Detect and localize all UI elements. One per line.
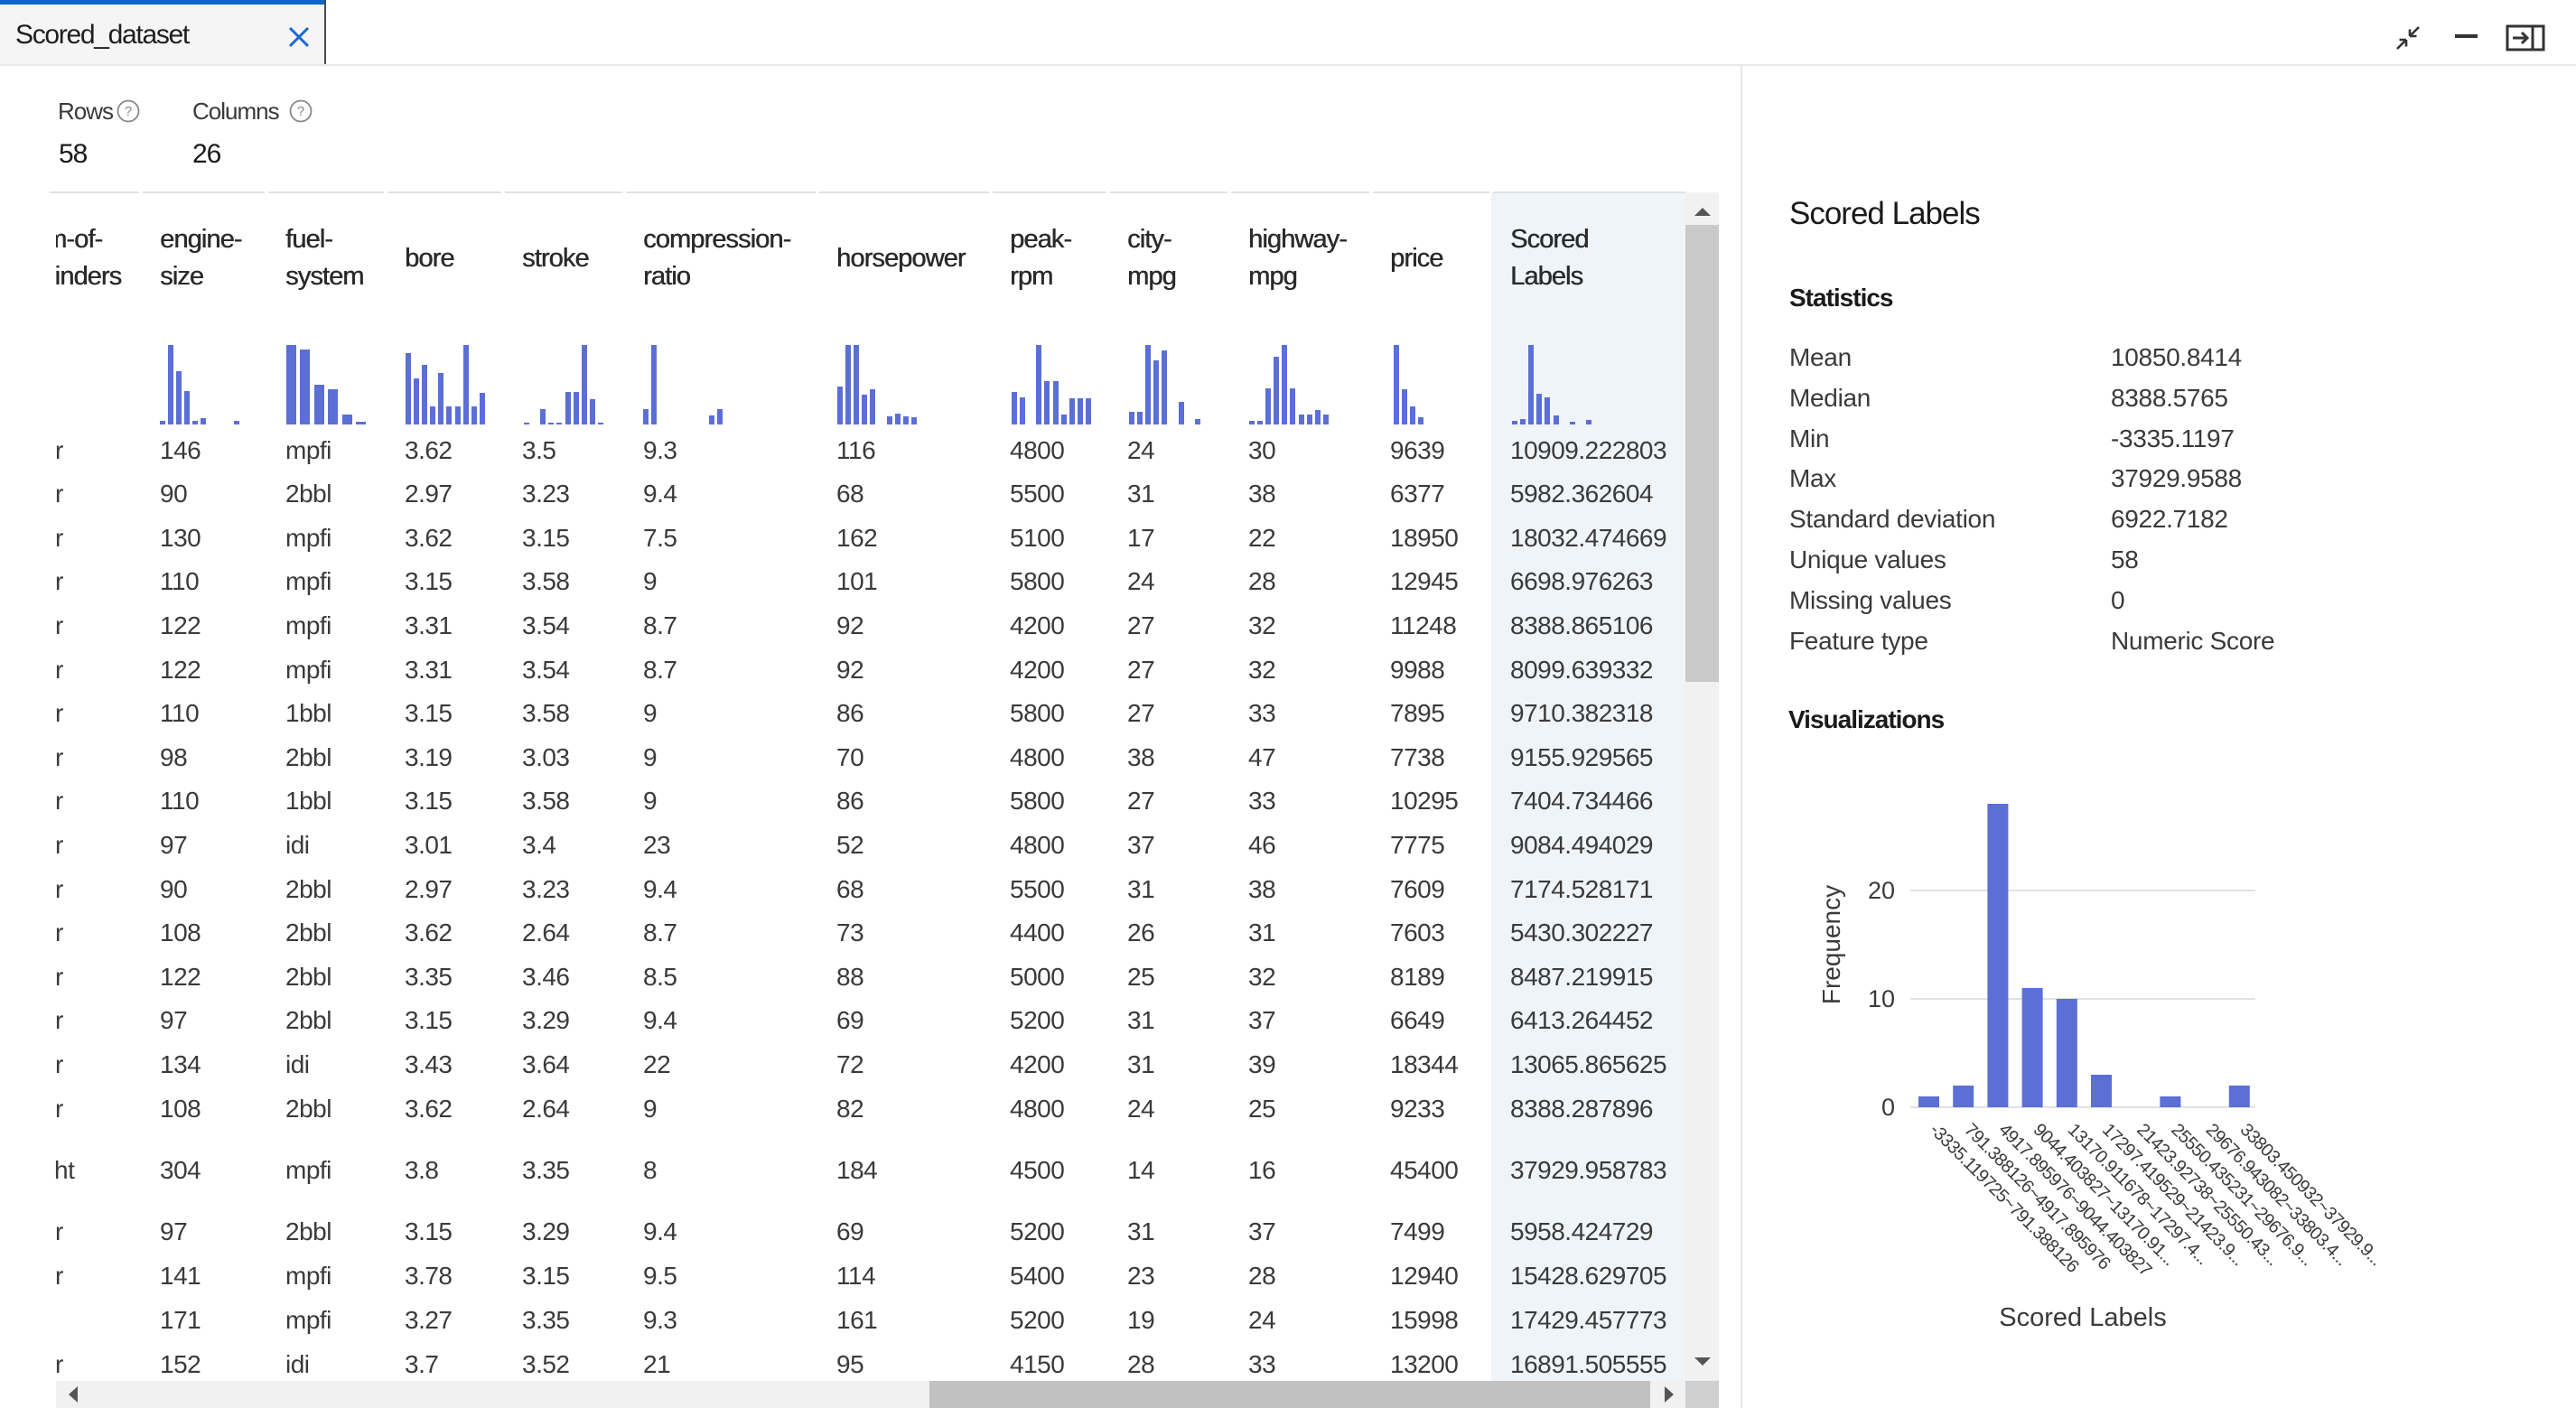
svg-text:?: ?	[297, 104, 304, 119]
svg-text:?: ?	[125, 104, 132, 119]
svg-text:20: 20	[1868, 877, 1895, 904]
svg-text:Scored Labels: Scored Labels	[1999, 1303, 2166, 1332]
svg-text:Frequency: Frequency	[1817, 885, 1845, 1004]
svg-text:0: 0	[1881, 1094, 1895, 1121]
svg-text:10: 10	[1868, 985, 1895, 1012]
